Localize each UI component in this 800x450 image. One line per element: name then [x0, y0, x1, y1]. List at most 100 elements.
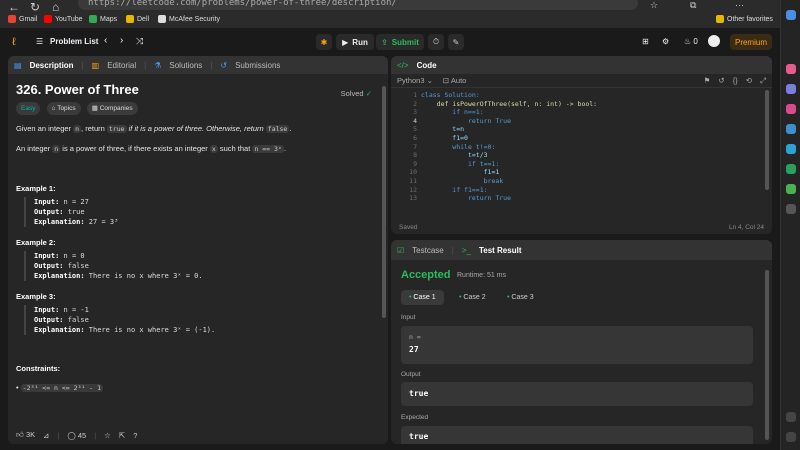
code-line: f1=0 — [421, 134, 468, 142]
dislike-button[interactable]: ⊿ — [43, 431, 49, 440]
problem-definition: An integer n is a power of three, if the… — [16, 144, 286, 153]
reset-icon[interactable]: ↺ — [718, 76, 724, 86]
streak-fire-icon[interactable]: ♨ 0 — [684, 37, 698, 46]
bookmark-gmail[interactable]: Gmail — [8, 15, 37, 23]
shopping-icon[interactable] — [786, 64, 796, 74]
help-icon[interactable]: ? — [133, 431, 137, 440]
case-tab-2[interactable]: • Case 2 — [451, 290, 494, 305]
output-value: true — [409, 389, 429, 398]
gmail-icon — [8, 15, 16, 23]
topics-tag[interactable]: ⌂ Topics — [46, 102, 81, 115]
office-icon[interactable] — [786, 124, 796, 134]
comment-icon: ◯ — [67, 430, 76, 440]
add-icon[interactable] — [786, 204, 796, 214]
tab-test-result[interactable]: Test Result — [479, 246, 522, 255]
result-status: Accepted — [401, 269, 451, 281]
flask-icon: ⚗ — [154, 60, 162, 70]
code-line: t=n — [421, 125, 465, 134]
expected-box: true — [401, 426, 753, 444]
bookmark-maps[interactable]: Maps — [89, 15, 117, 23]
editor-status-bar: Saved Ln 4, Col 24 — [391, 220, 772, 234]
notes-icon[interactable]: ✎ — [448, 34, 464, 50]
code-tab[interactable]: Code — [417, 61, 437, 70]
case-tab-3[interactable]: • Case 3 — [499, 290, 542, 305]
tab-editorial[interactable]: Editorial — [107, 61, 136, 70]
fullscreen-icon[interactable]: ⤢ — [760, 76, 766, 86]
constraints-title: Constraints: — [16, 364, 61, 373]
submit-button[interactable]: ⇪ Submit — [376, 34, 424, 50]
drop-icon[interactable] — [786, 164, 796, 174]
bookmark-mcafee[interactable]: McAfee Security — [158, 15, 220, 23]
settings-icon[interactable] — [786, 432, 796, 442]
tree-icon[interactable] — [786, 184, 796, 194]
input-label: Input — [401, 314, 416, 321]
braces-icon[interactable]: {} — [733, 76, 738, 86]
thumbs-down-icon: ⊿ — [43, 430, 50, 440]
other-favorites[interactable]: Other favorites — [716, 15, 773, 23]
tags-row: Easy ⌂ Topics ▦ Companies — [16, 102, 380, 115]
code-editor[interactable]: 1 2 3 4 5 6 7 8 9 10 11 12 13 class Solu… — [391, 88, 772, 211]
run-button[interactable]: ▶ Run — [336, 34, 374, 50]
games-icon[interactable] — [786, 104, 796, 114]
result-scrollbar[interactable] — [765, 270, 769, 440]
tab-description[interactable]: Description — [30, 61, 74, 70]
gear-icon[interactable]: ⚙ — [662, 37, 669, 46]
bookmark-dell[interactable]: Dell — [126, 15, 149, 23]
tools-icon[interactable] — [786, 84, 796, 94]
leetcode-top-bar: ℓ ☰ Problem List ‹ › ⤨ ✱ ▶ Run ⇪ Submit ⏱ … — [0, 28, 780, 56]
bookmark-youtube[interactable]: YouTube — [44, 15, 83, 23]
description-scrollbar[interactable] — [382, 86, 386, 318]
thumbs-up-icon: 👍︎ — [16, 430, 24, 439]
comments-button[interactable]: ◯ 45 — [67, 431, 86, 440]
example-2: Example 2: Input: n = 0 Output: false Ex… — [16, 237, 380, 281]
auto-indicator[interactable]: ⊡ Auto — [443, 76, 466, 85]
code-panel-header: </> Code — [391, 56, 772, 74]
code-line: break — [421, 177, 504, 185]
outlook-icon[interactable] — [786, 144, 796, 154]
favorite-star-icon[interactable]: ☆ — [104, 431, 111, 440]
code-scrollbar[interactable] — [765, 90, 769, 190]
layout-icon[interactable]: ⊞ — [642, 37, 649, 46]
bookmarks-bar: Gmail YouTube Maps Dell McAfee Security … — [0, 12, 800, 28]
leetcode-logo-icon[interactable]: ℓ — [12, 36, 16, 48]
expected-label: Expected — [401, 414, 429, 421]
code-line: if t==1: — [421, 159, 500, 168]
chevron-down-icon: ⌄ — [426, 76, 433, 85]
saved-status: Saved — [399, 223, 418, 231]
split-screen-icon[interactable] — [786, 412, 796, 422]
bookmark-icon[interactable]: ⚑ — [704, 76, 711, 86]
file-icon: ▤ — [14, 60, 22, 70]
code-icon: </> — [397, 60, 409, 70]
tab-submissions[interactable]: Submissions — [235, 61, 280, 70]
address-bar[interactable]: https://leetcode.com/problems/power-of-t… — [78, 0, 638, 10]
tab-testcase[interactable]: Testcase — [412, 246, 444, 255]
input-box: n = 27 — [401, 326, 753, 364]
companies-tag[interactable]: ▦ Companies — [86, 102, 138, 115]
case-tab-1[interactable]: • Case 1 — [401, 290, 444, 305]
next-problem-icon[interactable]: › — [120, 35, 123, 46]
debug-icon[interactable]: ✱ — [316, 34, 332, 50]
list-icon: ☰ — [36, 37, 44, 46]
like-button[interactable]: 👍︎ 3K — [16, 430, 35, 440]
premium-button[interactable]: Premium — [730, 34, 772, 50]
page-title[interactable]: 326. Power of Three — [16, 83, 380, 96]
page-icon — [158, 15, 166, 23]
problem-content: 326. Power of Three Easy ⌂ Topics ▦ Comp… — [8, 74, 388, 402]
share-icon[interactable]: ⇱ — [119, 431, 125, 440]
example-1: Example 1: Input: n = 27 Output: true Ex… — [16, 183, 380, 227]
restore-icon[interactable]: ⟲ — [746, 76, 752, 86]
book-icon: ▥ — [91, 60, 100, 70]
language-select[interactable]: Python3 ⌄ — [397, 76, 433, 85]
timer-icon[interactable]: ⏱ — [428, 34, 444, 50]
copilot-icon[interactable] — [786, 10, 796, 20]
star-icon[interactable]: ☆ — [650, 0, 658, 11]
extensions-icon[interactable]: ⧉ — [690, 0, 696, 11]
terminal-icon: >_ — [461, 245, 471, 255]
problem-list-link[interactable]: Problem List — [50, 37, 98, 46]
runtime-text: Runtime: 51 ms — [457, 272, 507, 279]
tab-solutions[interactable]: Solutions — [169, 61, 202, 70]
menu-icon[interactable]: ··· — [735, 0, 744, 10]
avatar[interactable] — [708, 35, 720, 47]
prev-problem-icon[interactable]: ‹ — [104, 35, 107, 46]
shuffle-icon[interactable]: ⤨ — [136, 36, 143, 47]
